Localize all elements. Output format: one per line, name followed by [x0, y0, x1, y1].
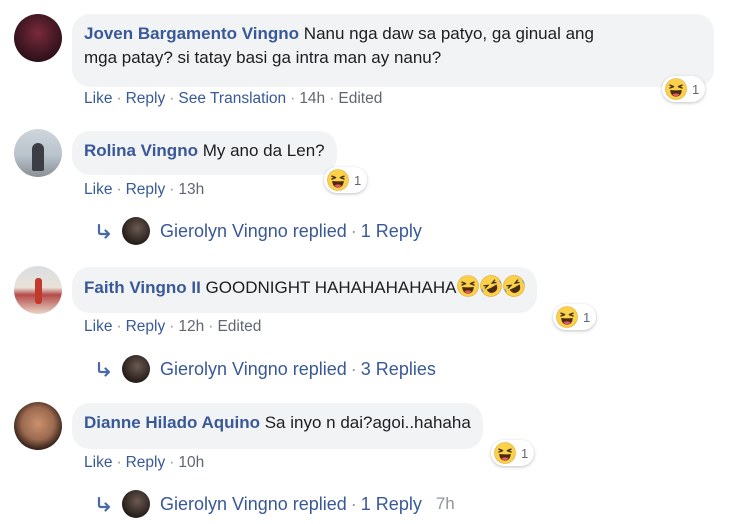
- comment-timestamp[interactable]: 10h: [178, 454, 204, 471]
- reply-count[interactable]: 3 Replies: [361, 359, 436, 380]
- comment-bubble: Faith Vingno II GOODNIGHT HAHAHAHAHAHA: [72, 267, 538, 313]
- view-replies-link[interactable]: Gierolyn Vingno replied · 1 Reply 7h: [96, 489, 455, 519]
- replier-avatar: [122, 355, 150, 383]
- replier-name[interactable]: Gierolyn Vingno replied: [160, 359, 347, 380]
- see-translation-link[interactable]: See Translation: [178, 90, 286, 107]
- comment-bubble: Joven Bargamento Vingno Nanu nga daw sa …: [72, 14, 714, 87]
- comment-text: Nanu nga daw sa patyo, ga ginual ang: [303, 24, 594, 43]
- comment-actions: Like · Reply · 10h: [84, 454, 205, 471]
- commenter-avatar[interactable]: [14, 129, 62, 177]
- reply-arrow-icon: [97, 496, 111, 512]
- laugh-emoji-icon: [556, 306, 578, 328]
- inline-emoji-group: [456, 275, 526, 297]
- comment-author[interactable]: Dianne Hilado Aquino: [84, 413, 260, 432]
- reply-arrow-icon: [97, 361, 111, 377]
- laugh-emoji-icon: [494, 442, 516, 464]
- commenter-avatar[interactable]: [14, 402, 62, 450]
- comment-timestamp[interactable]: 13h: [178, 181, 204, 198]
- reaction-badge[interactable]: 1: [491, 440, 535, 466]
- reaction-badge[interactable]: 1: [324, 167, 368, 193]
- view-replies-link[interactable]: Gierolyn Vingno replied · 3 Replies: [96, 354, 436, 384]
- comment-text: GOODNIGHT HAHAHAHAHAHA: [205, 278, 457, 297]
- reply-link[interactable]: Reply: [126, 90, 166, 107]
- comment-bubble: Rolina Vingno My ano da Len?: [72, 131, 337, 175]
- rofl-emoji-icon: [503, 275, 526, 297]
- laugh-emoji-icon: [665, 78, 687, 100]
- rofl-emoji-icon: [480, 275, 503, 297]
- like-link[interactable]: Like: [84, 318, 112, 335]
- commenter-avatar[interactable]: [14, 266, 62, 314]
- replier-avatar: [122, 490, 150, 518]
- laugh-emoji-icon: [457, 275, 480, 297]
- reply-timestamp[interactable]: 7h: [436, 494, 455, 514]
- replier-name[interactable]: Gierolyn Vingno replied: [160, 494, 347, 515]
- reaction-count: 1: [521, 445, 529, 461]
- comment-actions: Like · Reply · 13h: [84, 181, 205, 198]
- like-link[interactable]: Like: [84, 90, 112, 107]
- like-link[interactable]: Like: [84, 181, 112, 198]
- comment-text: mga patay? si tatay basi ga intra man ay…: [84, 48, 442, 67]
- comment-bubble: Dianne Hilado Aquino Sa inyo n dai?agoi.…: [72, 403, 483, 449]
- comment-timestamp[interactable]: 12h: [178, 318, 204, 335]
- reaction-badge[interactable]: 1: [662, 76, 706, 102]
- like-link[interactable]: Like: [84, 454, 112, 471]
- edited-label[interactable]: Edited: [217, 318, 261, 335]
- comment-author[interactable]: Rolina Vingno: [84, 141, 198, 160]
- laugh-emoji-icon: [327, 169, 349, 191]
- replier-name[interactable]: Gierolyn Vingno replied: [160, 221, 347, 242]
- reply-count[interactable]: 1 Reply: [361, 221, 422, 242]
- comment-text: Sa inyo n dai?agoi..hahaha: [264, 413, 471, 432]
- reaction-count: 1: [583, 309, 591, 325]
- reply-count[interactable]: 1 Reply: [361, 494, 422, 515]
- replier-avatar: [122, 217, 150, 245]
- reply-link[interactable]: Reply: [126, 454, 166, 471]
- reaction-count: 1: [692, 81, 700, 97]
- comment-author[interactable]: Faith Vingno II: [84, 278, 201, 297]
- comment-author[interactable]: Joven Bargamento Vingno: [84, 24, 299, 43]
- reaction-count: 1: [354, 172, 362, 188]
- reply-arrow-icon: [97, 223, 111, 239]
- reply-link[interactable]: Reply: [126, 181, 166, 198]
- commenter-avatar[interactable]: [14, 14, 62, 62]
- comment-text: My ano da Len?: [202, 141, 325, 160]
- edited-label[interactable]: Edited: [338, 90, 382, 107]
- reply-link[interactable]: Reply: [126, 318, 166, 335]
- comment-actions: Like · Reply · 12h · Edited: [84, 318, 262, 335]
- reaction-badge[interactable]: 1: [553, 304, 597, 330]
- view-replies-link[interactable]: Gierolyn Vingno replied · 1 Reply: [96, 216, 422, 246]
- comment-timestamp[interactable]: 14h: [299, 90, 325, 107]
- comment-actions: Like · Reply · See Translation · 14h · Edited: [84, 90, 383, 107]
